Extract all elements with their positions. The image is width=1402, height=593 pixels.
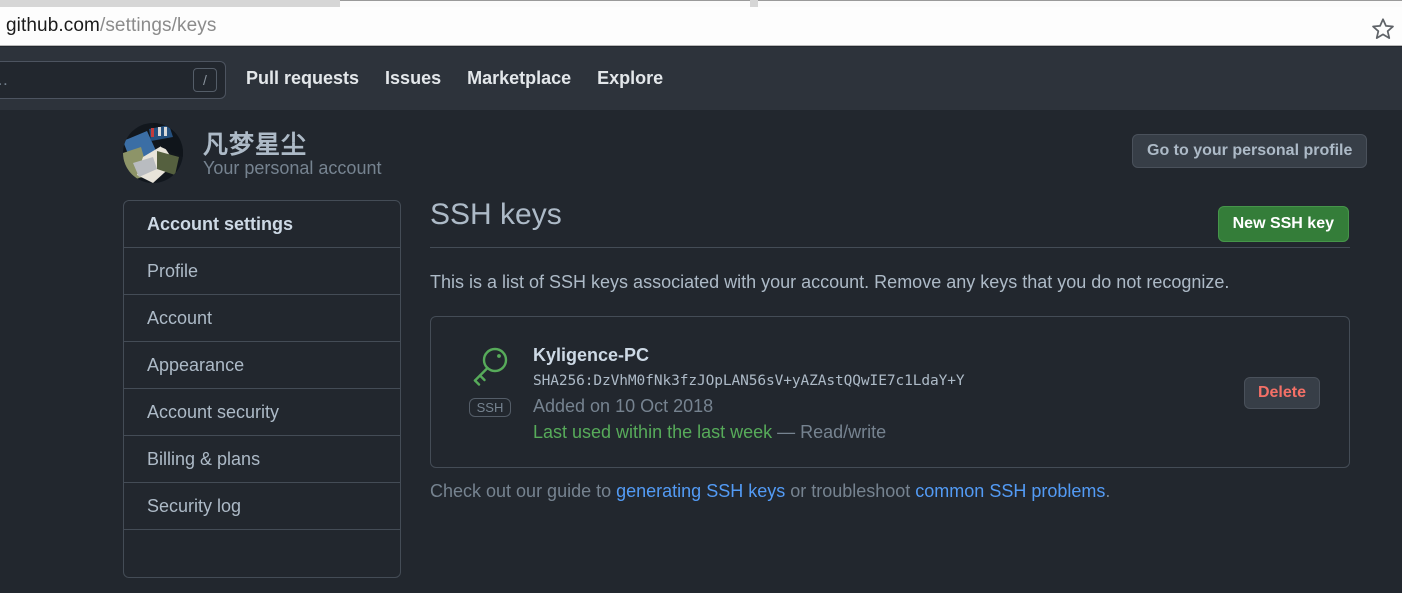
ssh-badge: SSH (468, 398, 512, 417)
sidebar-item-appearance[interactable]: Appearance (124, 342, 400, 389)
ssh-key-card: SSH Kyligence-PC SHA256:DzVhM0fNk3fzJOpL… (430, 316, 1350, 468)
sidebar-item-account[interactable]: Account (124, 295, 400, 342)
footer-prefix: Check out our guide to (430, 481, 617, 501)
page-title: SSH keys (430, 198, 562, 231)
common-ssh-problems-link[interactable]: common SSH problems (915, 481, 1105, 501)
star-icon[interactable] (1370, 16, 1396, 42)
ssh-key-last-used-text: Last used within the last week (533, 422, 773, 442)
sidebar-item-partial[interactable] (124, 530, 400, 577)
ssh-key-fingerprint: SHA256:DzVhM0fNk3fzJOpLAN56sV+yAZAstQQwI… (533, 373, 965, 389)
github-page: mp to… / Pull requests Issues Marketplac… (0, 47, 1402, 593)
ssh-key-last-used: Last used within the last week — Read/wr… (533, 422, 965, 443)
generating-ssh-keys-link[interactable]: generating SSH keys (616, 481, 785, 501)
account-strip: 凡梦星尘 Your personal account Go to your pe… (0, 110, 1402, 200)
settings-sidebar: Account settings Profile Account Appeara… (123, 200, 401, 578)
footer-suffix: . (1105, 481, 1111, 501)
url-host: github.com (6, 15, 100, 36)
footer-middle: or troubleshoot (785, 481, 916, 501)
sidebar-item-security-log[interactable]: Security log (124, 483, 400, 530)
account-name: 凡梦星尘 (203, 131, 308, 159)
search-input-text: mp to… (0, 70, 193, 90)
nav-pull-requests[interactable]: Pull requests (246, 68, 359, 89)
search-input[interactable]: mp to… / (0, 61, 226, 99)
url-text: github.com/settings/keys (6, 15, 216, 37)
browser-tab-strip (0, 0, 1402, 7)
browser-tab-active[interactable] (340, 0, 750, 7)
delete-button[interactable]: Delete (1243, 377, 1320, 409)
avatar[interactable] (123, 123, 183, 183)
sidebar-item-profile[interactable]: Profile (124, 248, 400, 295)
browser-tab-secondary[interactable] (758, 0, 1402, 7)
new-ssh-key-button[interactable]: New SSH key (1217, 206, 1349, 242)
account-subtitle: Your personal account (203, 158, 382, 178)
sidebar-item-account-security[interactable]: Account security (124, 389, 400, 436)
footer-note: Check out our guide to generating SSH ke… (430, 481, 1350, 502)
nav-marketplace[interactable]: Marketplace (467, 68, 571, 89)
header-nav: Pull requests Issues Marketplace Explore (246, 47, 663, 110)
search-shortcut-badge: / (193, 68, 217, 92)
ssh-key-added-date: Added on 10 Oct 2018 (533, 396, 714, 416)
key-icon-wrapper: SSH (467, 347, 513, 417)
nav-issues[interactable]: Issues (385, 68, 441, 89)
browser-url-bar[interactable]: github.com/settings/keys (0, 7, 1402, 46)
ssh-key-info: Kyligence-PC SHA256:DzVhM0fNk3fzJOpLAN56… (533, 345, 965, 443)
nav-explore[interactable]: Explore (597, 68, 663, 89)
url-path: /settings/keys (99, 15, 217, 36)
sidebar-item-billing-and-plans[interactable]: Billing & plans (124, 436, 400, 483)
ssh-key-title: Kyligence-PC (533, 345, 650, 365)
page-title-row: SSH keys New SSH key (430, 198, 1350, 248)
go-to-profile-button[interactable]: Go to your personal profile (1132, 134, 1368, 168)
key-icon (473, 347, 508, 386)
sidebar-item-account-settings: Account settings (124, 201, 400, 248)
github-header: mp to… / Pull requests Issues Marketplac… (0, 47, 1402, 110)
intro-text: This is a list of SSH keys associated wi… (430, 272, 1230, 292)
settings-main: SSH keys New SSH key This is a list of S… (430, 198, 1350, 502)
ssh-key-permission: — Read/write (772, 422, 887, 442)
